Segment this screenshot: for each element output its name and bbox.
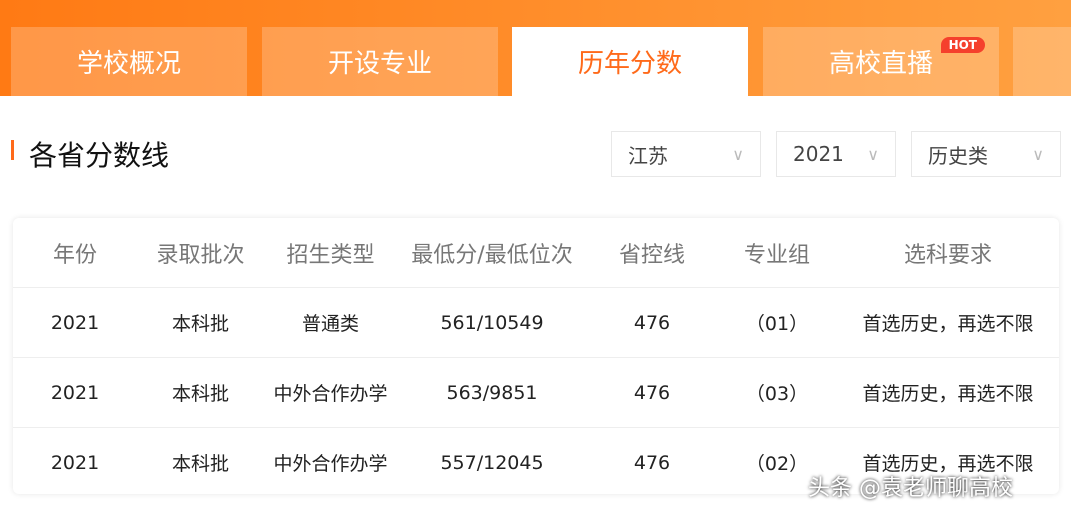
province-select[interactable]: 江苏 ∨ [611,131,761,177]
table-cell: 2021 [50,451,100,474]
table-cell: 本科批 [171,453,229,475]
table-cell: 中外合作办学 [273,383,388,405]
year-select[interactable]: 2021 ∨ [776,131,896,177]
table-cell: 本科批 [171,313,229,335]
table-cell: 普通类 [301,313,359,335]
category-value: 历史类 [928,143,988,168]
table-cell: 录取批次 [156,242,245,268]
table-cell: 476 [633,311,671,334]
hot-badge: HOT [940,37,985,53]
table-cell: 最低分/最低位次 [411,242,573,268]
table-cell: 476 [633,381,671,404]
tab-more[interactable] [1013,27,1071,96]
province-value: 江苏 [628,143,668,168]
table-cell: 省控线 [618,242,685,268]
table-cell: 招生类型 [286,242,375,268]
table-cell: 本科批 [171,383,229,405]
table-row: 2021 本科批 中外合作办学 563/9851 476 （03） 首选历史，再选不限 [13,358,1059,428]
table-header: 年份 录取批次 招生类型 最低分/最低位次 省控线 专业组 选科要求 [13,218,1059,288]
chevron-down-icon: ∨ [1032,144,1044,164]
table-cell: 首选历史，再选不限 [862,383,1034,405]
table-cell: 专业组 [743,242,810,268]
tab-live-label: 高校直播 [828,49,933,79]
section-title: 各省分数线 [29,139,170,172]
table-cell: 首选历史，再选不限 [862,313,1034,335]
tab-historical-scores[interactable]: 历年分数 [512,27,748,96]
table-cell: 选科要求 [903,242,992,268]
table-cell: 2021 [50,311,100,334]
table-cell: 2021 [50,381,100,404]
table-cell: 年份 [52,242,97,268]
table-row: 2021 本科批 普通类 561/10549 476 （01） 首选历史，再选不限 [13,288,1059,358]
table-cell: （03） [745,383,809,405]
category-select[interactable]: 历史类 ∨ [911,131,1061,177]
tab-live[interactable]: 高校直播 HOT [763,27,999,96]
table-cell: 561/10549 [440,311,544,334]
table-cell: 563/9851 [446,381,538,404]
tab-majors[interactable]: 开设专业 [262,27,498,96]
score-table: 年份 录取批次 招生类型 最低分/最低位次 省控线 专业组 选科要求 2021 本科批 普通类 56… [13,218,1059,494]
watermark: 头条 @袁老师聊高校 [808,476,1013,501]
tab-school-overview[interactable]: 学校概况 [11,27,247,96]
year-value: 2021 [793,142,844,166]
table-cell: 中外合作办学 [273,453,388,475]
table-cell: 557/12045 [440,451,544,474]
table-cell: （01） [745,313,809,335]
table-cell: 476 [633,451,671,474]
chevron-down-icon: ∨ [732,144,744,164]
top-nav: 学校概况 开设专业 历年分数 高校直播 HOT [0,0,1071,96]
title-accent [11,140,14,160]
chevron-down-icon: ∨ [867,144,879,164]
